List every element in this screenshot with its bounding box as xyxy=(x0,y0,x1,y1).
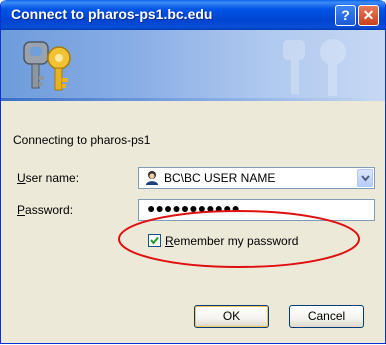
username-combobox[interactable]: BC\BC USER NAME xyxy=(138,167,375,189)
username-label: User name: xyxy=(17,171,80,185)
username-dropdown-button[interactable] xyxy=(357,169,373,187)
keys-icon xyxy=(23,41,71,91)
connection-status-text: Connecting to pharos-ps1 xyxy=(13,133,151,147)
user-avatar-icon xyxy=(146,171,158,185)
username-value: BC\BC USER NAME xyxy=(164,171,276,185)
banner-watermark-icon xyxy=(283,39,346,96)
banner-divider xyxy=(1,98,385,101)
help-button[interactable]: ? xyxy=(335,5,356,26)
ok-button[interactable]: OK xyxy=(194,305,269,328)
cancel-button[interactable]: Cancel xyxy=(289,305,364,328)
close-button[interactable]: ✕ xyxy=(358,5,379,26)
window-title: Connect to pharos-ps1.bc.edu xyxy=(11,6,213,22)
credentials-dialog: Connect to pharos-ps1.bc.edu ? ✕ Connect… xyxy=(0,0,386,344)
annotation-oval xyxy=(118,210,360,268)
password-label: Password: xyxy=(17,203,74,217)
title-bar[interactable]: Connect to pharos-ps1.bc.edu ? ✕ xyxy=(1,0,385,30)
chevron-down-icon xyxy=(361,175,370,182)
dialog-banner xyxy=(1,30,385,98)
